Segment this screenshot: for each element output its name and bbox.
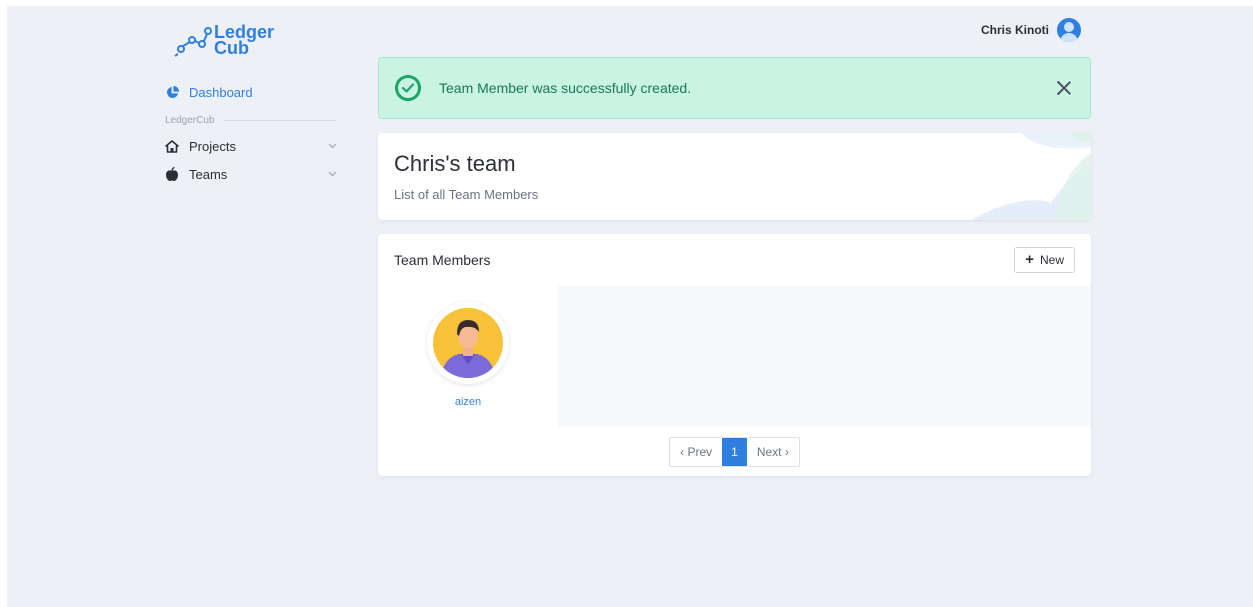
page-1-button[interactable]: 1 (722, 437, 747, 466)
alert-message: Team Member was successfully created. (439, 80, 692, 96)
section-label-text: LedgerCub (165, 114, 215, 126)
plus-icon: + (1025, 251, 1034, 268)
page-header-card: Chris's team List of all Team Members (378, 133, 1091, 220)
close-icon[interactable] (1054, 78, 1074, 98)
sidebar-item-projects[interactable]: Projects (165, 132, 337, 160)
decorative-waves-icon (971, 133, 1091, 220)
apple-icon (165, 167, 179, 181)
sidebar-item-label: Teams (189, 166, 228, 182)
new-button-label: New (1039, 253, 1064, 267)
pie-chart-icon (165, 85, 179, 99)
card-title: Team Members (394, 252, 491, 268)
sidebar-item-dashboard[interactable]: Dashboard (165, 78, 337, 106)
sidebar-section-label: LedgerCub (165, 108, 337, 132)
member-avatar[interactable] (427, 302, 509, 384)
person-avatar-icon (433, 308, 503, 378)
sidebar-item-teams[interactable]: Teams (165, 160, 337, 188)
user-name: Chris Kinoti (981, 23, 1049, 37)
team-members-card: Team Members + New aizen ‹ Prev 1 Next › (378, 234, 1091, 476)
brand-text: Ledger Cub (214, 23, 274, 58)
user-avatar-icon[interactable] (1057, 18, 1081, 42)
check-circle-icon (395, 75, 421, 101)
user-menu[interactable]: Chris Kinoti (981, 18, 1081, 42)
home-icon (165, 139, 179, 153)
app-root: Ledger Cub Chris Kinoti Dashboard Ledger… (7, 6, 1253, 607)
brand-line-2: Cub (214, 38, 249, 58)
card-header: Team Members + New (378, 234, 1091, 286)
sidebar: Dashboard LedgerCub Projects Teams (165, 78, 337, 188)
brand-logo[interactable]: Ledger Cub (172, 22, 274, 58)
prev-page-button[interactable]: ‹ Prev (670, 438, 722, 466)
pagination: ‹ Prev 1 Next › (378, 427, 1091, 476)
new-member-button[interactable]: + New (1014, 247, 1075, 273)
pagination-group: ‹ Prev 1 Next › (669, 436, 800, 467)
chevron-down-icon[interactable] (328, 141, 337, 152)
next-page-button[interactable]: Next › (747, 438, 799, 466)
members-grid: aizen (378, 286, 1091, 427)
success-alert: Team Member was successfully created. (378, 57, 1091, 119)
divider (224, 119, 337, 121)
logo-graph-icon (174, 27, 212, 57)
sidebar-item-label: Projects (189, 138, 236, 154)
chevron-down-icon[interactable] (328, 169, 337, 180)
member-name[interactable]: aizen (455, 396, 481, 408)
sidebar-item-label: Dashboard (189, 84, 253, 100)
member-card[interactable]: aizen (378, 286, 558, 427)
